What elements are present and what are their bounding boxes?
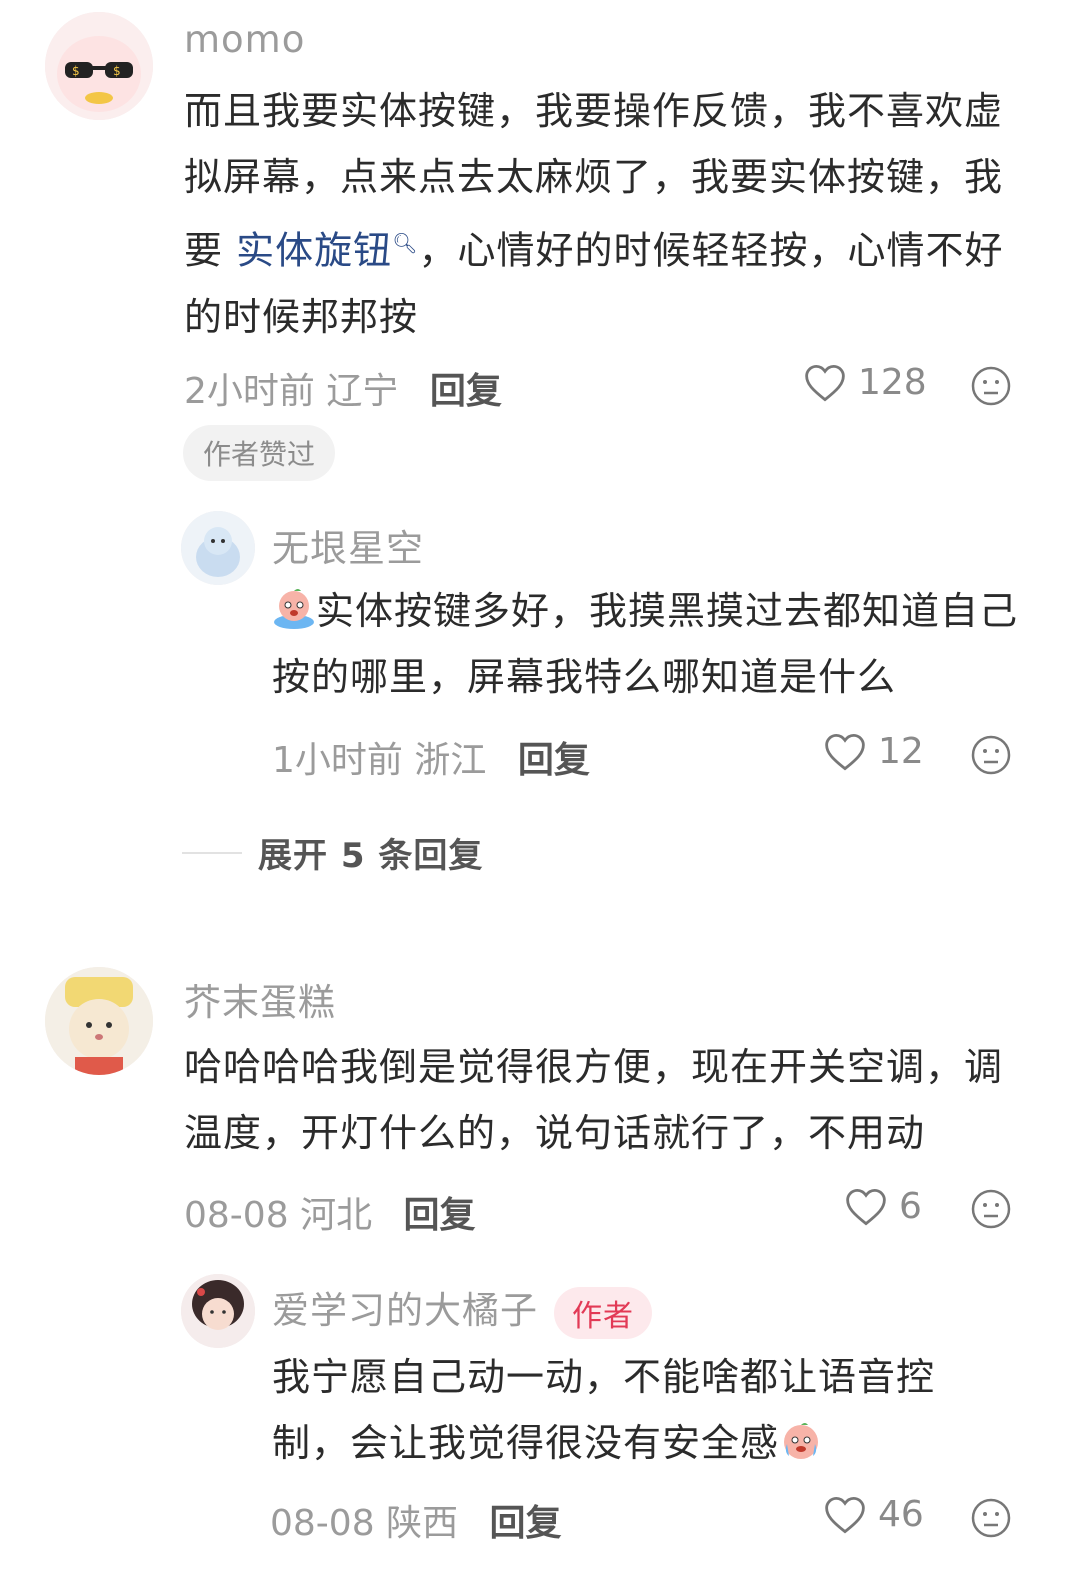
username[interactable]: 爱学习的大橘子 作者 [272, 1280, 652, 1339]
like-count: 12 [878, 731, 924, 772]
comment-meta: 08-08 河北 回复 [184, 1195, 476, 1236]
neutral-face-icon [971, 735, 1011, 775]
dislike-button[interactable] [970, 1497, 1012, 1543]
avatar[interactable] [45, 967, 153, 1075]
dislike-button[interactable] [970, 734, 1012, 780]
like-button[interactable]: 12 [824, 731, 924, 772]
like-count: 6 [899, 1186, 922, 1227]
reply-meta: 08-08 陕西 回复 [270, 1503, 562, 1544]
username[interactable]: momo [184, 18, 305, 61]
avatar[interactable] [181, 1274, 255, 1348]
comment-meta: 2小时前 辽宁 回复 [184, 371, 502, 412]
divider [182, 851, 242, 854]
username[interactable]: 无垠星空 [272, 518, 424, 572]
avatar[interactable] [181, 511, 255, 585]
heart-outline-icon [825, 733, 865, 770]
reply-text: 我宁愿自己动一动，不能啥都让语音控制，会让我觉得很没有安全感 [272, 1355, 936, 1465]
author-badge: 作者 [554, 1286, 652, 1339]
neutral-face-icon [971, 366, 1011, 406]
like-button[interactable]: 128 [804, 362, 927, 403]
dislike-button[interactable] [970, 1188, 1012, 1234]
reply-text: 实体按键多好，我摸黑摸过去都知道自己按的哪里，屏幕我特么哪知道是什么 [272, 578, 1042, 710]
crying-emoji-icon [274, 589, 314, 629]
search-icon: 🔍︎ [392, 231, 419, 255]
dislike-button[interactable] [970, 365, 1012, 411]
username[interactable]: 芥末蛋糕 [184, 972, 336, 1026]
neutral-face-icon [971, 1189, 1011, 1229]
neutral-face-icon [971, 1498, 1011, 1538]
heart-outline-icon [846, 1188, 886, 1225]
expand-replies-button[interactable]: 展开 5 条回复 [182, 828, 483, 877]
author-liked-tag: 作者赞过 [183, 425, 336, 481]
reply-button[interactable]: 回复 [490, 1503, 562, 1544]
avatar[interactable]: $ $ [45, 12, 153, 120]
comment-text: 而且我要实体按键，我要操作反馈，我不喜欢虚拟屏幕，点来点去太麻烦了，我要实体按键… [184, 89, 1004, 339]
like-button[interactable]: 46 [824, 1494, 924, 1535]
crying-emoji-icon [784, 1423, 819, 1459]
heart-outline-icon [825, 1496, 865, 1533]
like-count: 46 [878, 1494, 924, 1535]
heart-outline-icon [805, 364, 845, 401]
like-count: 128 [858, 362, 927, 403]
reply-meta: 1小时前 浙江 回复 [272, 740, 590, 781]
svg-text:$: $ [72, 64, 80, 78]
svg-text:$: $ [113, 64, 121, 78]
reply-button[interactable]: 回复 [430, 371, 502, 412]
reply-button[interactable]: 回复 [518, 740, 590, 781]
reply-button[interactable]: 回复 [404, 1195, 476, 1236]
like-button[interactable]: 6 [845, 1186, 922, 1227]
search-link[interactable]: 实体旋钮 [236, 229, 392, 273]
comment-text: 哈哈哈哈我倒是觉得很方便，现在开关空调，调温度，开灯什么的，说句话就行了，不用动 [184, 1045, 1004, 1155]
